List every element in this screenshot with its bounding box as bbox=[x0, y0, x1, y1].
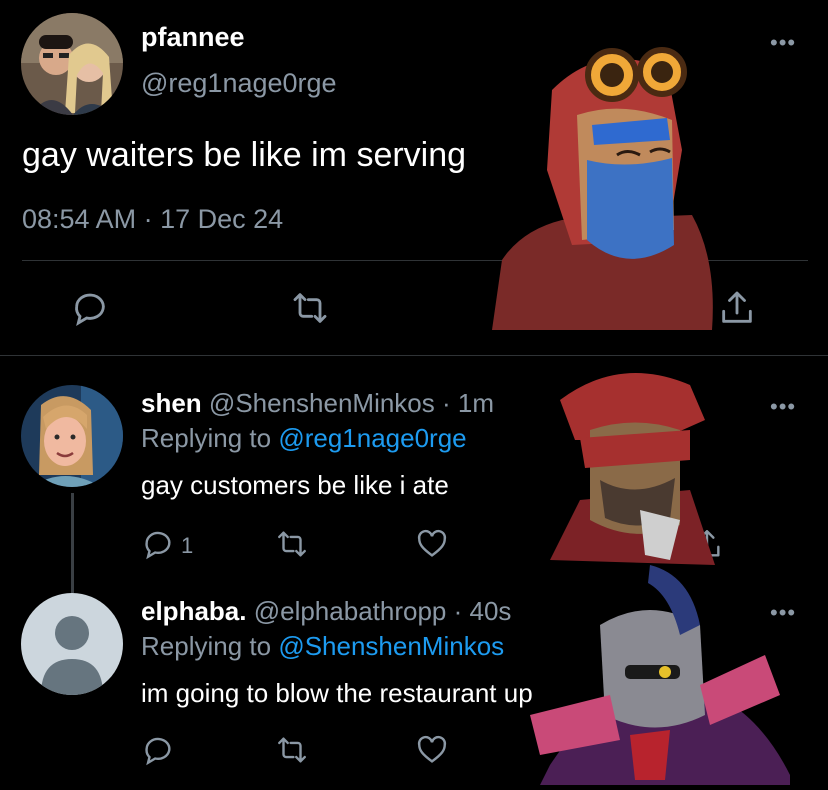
thread-connector-line bbox=[71, 493, 74, 593]
sticker-masked-swordsman bbox=[540, 360, 720, 570]
sticker-armored-knight bbox=[530, 565, 800, 785]
reply-icon[interactable] bbox=[70, 288, 110, 328]
like-icon[interactable] bbox=[415, 733, 449, 767]
share-icon[interactable] bbox=[717, 288, 757, 328]
reply2-text: im going to blow the restaurant up bbox=[141, 678, 533, 708]
reply2-header: elphaba. @elphabathropp · 40s bbox=[141, 596, 511, 627]
reply2-replying-line: Replying to @ShenshenMinkos bbox=[141, 631, 504, 662]
sticker-bearded-pilot bbox=[492, 30, 722, 330]
thread-divider bbox=[0, 355, 828, 356]
reply1-handle[interactable]: @ShenshenMinkos bbox=[209, 388, 435, 418]
reply2-display-name[interactable]: elphaba. bbox=[141, 596, 246, 626]
replying-to-label: Replying to bbox=[141, 423, 272, 453]
reply-icon[interactable] bbox=[141, 527, 175, 561]
reply1-display-name[interactable]: shen bbox=[141, 388, 202, 418]
more-icon[interactable]: ••• bbox=[770, 30, 796, 56]
like-icon[interactable] bbox=[415, 527, 449, 561]
retweet-icon[interactable] bbox=[275, 733, 309, 767]
reply1-text: gay customers be like i ate bbox=[141, 470, 449, 500]
reply2-avatar[interactable] bbox=[21, 593, 123, 695]
reply1-replying-line: Replying to @reg1nage0rge bbox=[141, 423, 467, 454]
more-icon[interactable]: ••• bbox=[770, 394, 796, 420]
main-timestamp[interactable]: 08:54 AM · 17 Dec 24 bbox=[22, 204, 283, 235]
reply2-handle[interactable]: @elphabathropp bbox=[254, 596, 447, 626]
main-tweet-text: gay waiters be like im serving bbox=[22, 136, 467, 174]
retweet-icon[interactable] bbox=[290, 288, 330, 328]
reply-icon[interactable] bbox=[141, 733, 175, 767]
reply1-header: shen @ShenshenMinkos · 1m bbox=[141, 388, 494, 419]
retweet-icon[interactable] bbox=[275, 527, 309, 561]
main-handle[interactable]: @reg1nage0rge bbox=[141, 68, 337, 99]
reply1-age: · 1m bbox=[442, 388, 495, 418]
main-display-name[interactable]: pfannee bbox=[141, 22, 245, 53]
replying-to-link[interactable]: @ShenshenMinkos bbox=[278, 631, 504, 661]
reply-count: 1 bbox=[181, 533, 194, 558]
replying-to-label: Replying to bbox=[141, 631, 272, 661]
reply1-avatar[interactable] bbox=[21, 385, 123, 487]
main-avatar[interactable] bbox=[21, 13, 123, 115]
reply2-age: · 40s bbox=[453, 596, 512, 626]
replying-to-link[interactable]: @reg1nage0rge bbox=[278, 423, 466, 453]
